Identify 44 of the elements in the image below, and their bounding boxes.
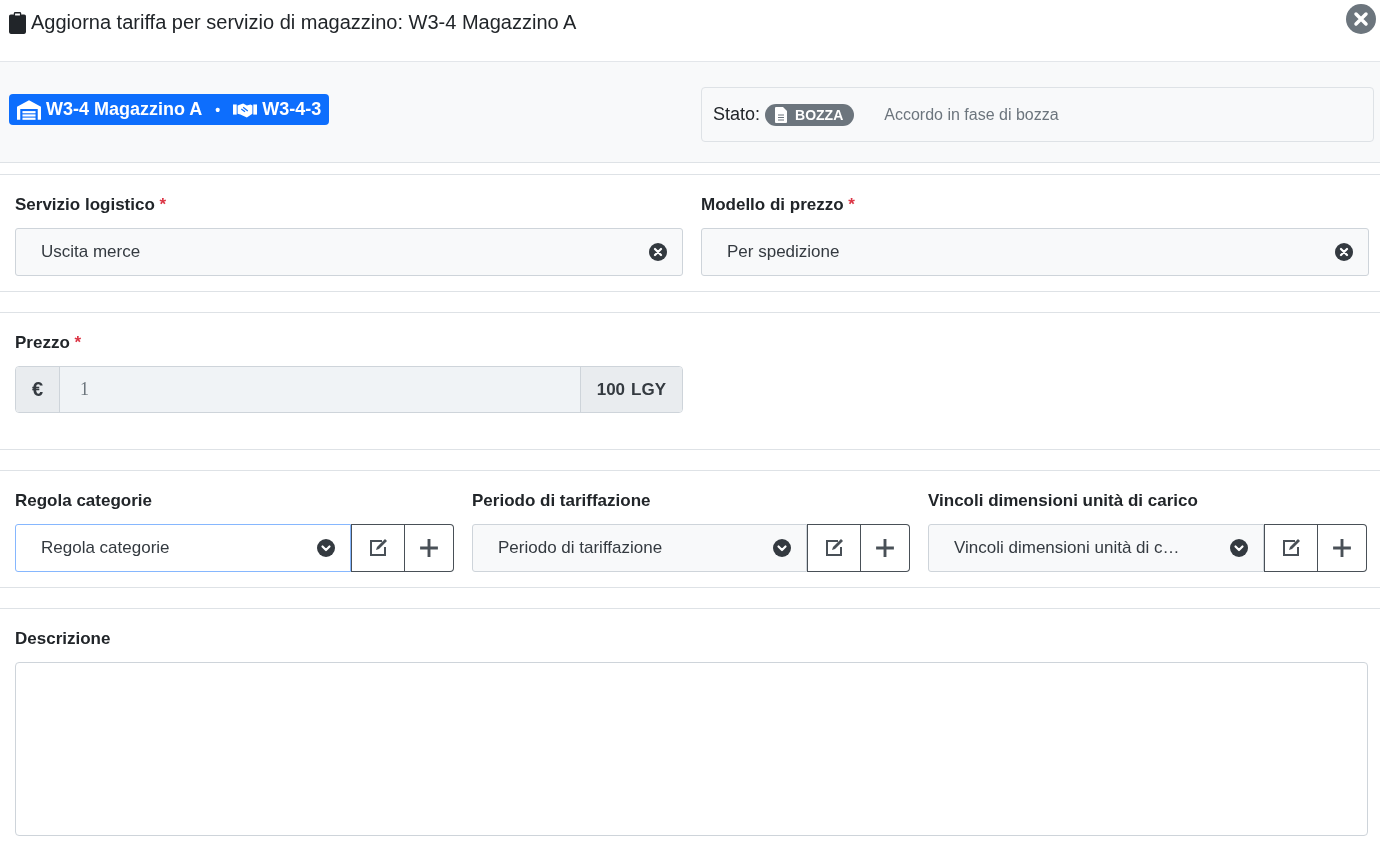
field-label: Modello di prezzo * (701, 195, 856, 215)
plus-icon (875, 538, 895, 558)
agreement-code: W3-4-3 (262, 99, 322, 120)
plus-icon (419, 538, 439, 558)
edit-button[interactable] (351, 524, 405, 572)
field-label: Regola categorie (15, 491, 153, 511)
edit-button[interactable] (1264, 524, 1318, 572)
select-field[interactable]: Uscita merce (15, 228, 683, 276)
field-label: Servizio logistico * (15, 195, 168, 215)
plus-icon (1332, 538, 1352, 558)
field-label: Prezzo * (15, 333, 83, 353)
dropdown-field[interactable]: Regola categorie (15, 524, 351, 572)
add-button[interactable] (1318, 524, 1367, 572)
edit-icon (1281, 538, 1301, 558)
chevron-down-icon (773, 539, 791, 557)
status-description: Accordo in fase di bozza (884, 105, 1059, 124)
required-mark: * (159, 195, 167, 214)
edit-icon (824, 538, 844, 558)
chevron-down-icon (317, 539, 335, 557)
dropdown-field[interactable]: Periodo di tariffazione (472, 524, 807, 572)
window-title: Aggiorna tariffa per servizio di magazzino: W3-4 Magazzino A (31, 11, 577, 34)
status-label: Stato: (713, 104, 761, 125)
separator-dot: • (215, 101, 221, 118)
clear-icon (1335, 243, 1353, 261)
close-icon (1346, 4, 1376, 34)
required-mark: * (74, 333, 82, 352)
required-mark: * (848, 195, 855, 214)
clipboard-icon (9, 11, 26, 34)
edit-icon (368, 538, 388, 558)
field-label: Vincoli dimensioni unità di carico (928, 491, 1199, 511)
document-icon (775, 106, 788, 123)
dropdown-field[interactable]: Vincoli dimensioni unità di c… (928, 524, 1264, 572)
close-button[interactable] (1346, 4, 1376, 34)
edit-button[interactable] (807, 524, 861, 572)
warehouse-icon (17, 99, 41, 120)
add-button[interactable] (405, 524, 454, 572)
status-badge: BOZZA (765, 103, 855, 126)
add-button[interactable] (861, 524, 910, 572)
chevron-down-icon (1230, 539, 1248, 557)
field-label: Periodo di tariffazione (472, 491, 652, 511)
field-label: Descrizione (15, 629, 112, 649)
warehouse-code: W3-4 Magazzino A (46, 99, 203, 120)
clear-icon (649, 243, 667, 261)
select-field[interactable]: Per spedizione (701, 228, 1369, 276)
